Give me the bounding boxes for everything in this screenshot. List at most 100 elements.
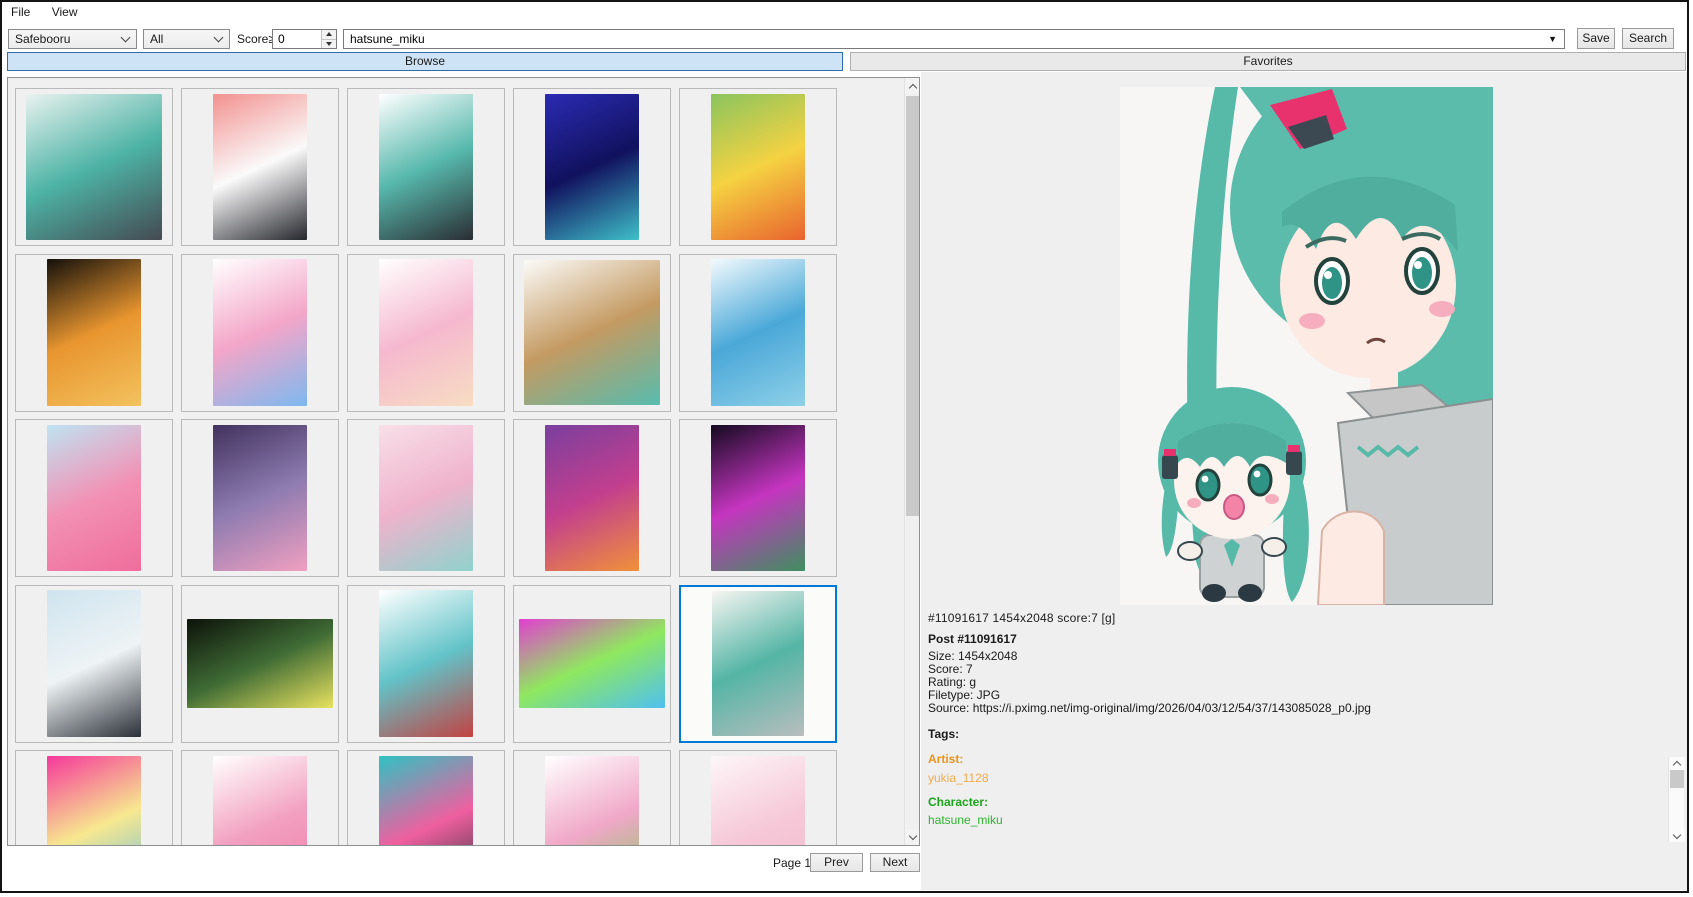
thumbnail-cell[interactable] xyxy=(181,254,339,412)
thumbnail-cell[interactable] xyxy=(513,750,671,845)
dropdown-arrow-icon[interactable]: ▼ xyxy=(1548,34,1557,44)
thumbnail-cell[interactable] xyxy=(347,585,505,743)
spin-down-icon[interactable] xyxy=(322,39,336,49)
thumbnail-image xyxy=(379,590,473,737)
scroll-up-icon[interactable] xyxy=(1669,757,1685,770)
thumbnail-image xyxy=(47,259,141,406)
thumbnail-cell[interactable] xyxy=(513,88,671,246)
thumbnail-image xyxy=(545,94,639,241)
thumbnail-cell[interactable] xyxy=(347,88,505,246)
thumbnail-image xyxy=(519,619,666,708)
thumbnail-cell[interactable] xyxy=(513,585,671,743)
thumbnail-image xyxy=(545,756,639,845)
thumbnail-cell[interactable] xyxy=(15,419,173,577)
thumbnail-image xyxy=(711,259,805,406)
chevron-down-icon xyxy=(121,33,131,43)
thumbnail-cell[interactable] xyxy=(347,750,505,845)
character-tag[interactable]: hatsune_miku xyxy=(928,813,1003,827)
thumbnail-cell[interactable] xyxy=(15,750,173,845)
save-button[interactable]: Save xyxy=(1577,28,1615,49)
scroll-down-icon[interactable] xyxy=(905,829,920,845)
menu-file[interactable]: File xyxy=(2,2,39,23)
chevron-down-icon xyxy=(214,33,224,43)
search-input-combo: ▼ xyxy=(343,29,1565,49)
thumbnail-image xyxy=(545,425,639,572)
thumbnail-grid xyxy=(8,78,904,845)
thumbnail-image xyxy=(379,259,473,406)
filter-select-value: All xyxy=(144,30,211,48)
post-title: Post #11091617 xyxy=(928,632,1017,646)
thumbnail-image xyxy=(711,756,805,845)
thumbnail-cell[interactable] xyxy=(679,419,837,577)
thumbnail-cell[interactable] xyxy=(679,88,837,246)
spin-up-icon[interactable] xyxy=(322,30,336,39)
prev-button[interactable]: Prev xyxy=(810,853,863,872)
artist-heading: Artist: xyxy=(928,752,963,766)
thumbnail-image xyxy=(47,590,141,737)
search-input[interactable] xyxy=(344,32,1541,46)
thumbnail-image xyxy=(379,94,473,241)
preview-image xyxy=(1120,87,1493,605)
thumbnail-image xyxy=(213,259,307,406)
thumbnail-image xyxy=(213,756,307,845)
post-details: Size: 1454x2048Score: 7Rating: gFiletype… xyxy=(928,650,1371,715)
artist-tag[interactable]: yukia_1128 xyxy=(928,771,989,785)
thumbnail-cell[interactable] xyxy=(15,585,173,743)
thumbnail-image xyxy=(213,94,307,241)
page-label: Page 1 xyxy=(773,856,811,870)
thumbnail-image xyxy=(187,619,334,708)
thumbnail-cell[interactable] xyxy=(679,750,837,845)
thumbnail-image xyxy=(711,94,805,241)
thumbnail-image xyxy=(379,425,473,572)
thumbnail-cell[interactable] xyxy=(347,419,505,577)
thumbnail-cell[interactable] xyxy=(15,254,173,412)
info-scrollbar-thumb[interactable] xyxy=(1670,770,1684,788)
artist-tag-list: yukia_1128 xyxy=(928,771,989,785)
scroll-up-icon[interactable] xyxy=(905,78,920,94)
thumbnail-cell-selected[interactable] xyxy=(679,585,837,743)
thumbnail-image xyxy=(47,756,141,845)
thumbnail-image xyxy=(379,756,473,845)
tags-heading: Tags: xyxy=(928,727,959,741)
thumbnail-cell[interactable] xyxy=(181,88,339,246)
thumbnail-image xyxy=(711,425,805,572)
search-button[interactable]: Search xyxy=(1622,28,1674,49)
thumbnail-cell[interactable] xyxy=(513,419,671,577)
thumbnail-cell[interactable] xyxy=(181,750,339,845)
thumbnail-image xyxy=(47,425,141,572)
thumbnail-cell[interactable] xyxy=(15,88,173,246)
detail-panel: #11091617 1454x2048 score:7 [g] Post #11… xyxy=(921,72,1687,890)
spinner-buttons xyxy=(321,30,336,48)
browse-panel xyxy=(7,77,920,846)
thumbnail-cell[interactable] xyxy=(679,254,837,412)
score-input[interactable] xyxy=(273,30,321,48)
post-detail-line: Size: 1454x2048 xyxy=(928,650,1371,663)
thumbnail-cell[interactable] xyxy=(181,419,339,577)
character-tag-list: hatsune_miku xyxy=(928,813,1003,827)
tab-browse[interactable]: Browse xyxy=(7,52,843,71)
grid-scrollbar[interactable] xyxy=(904,78,919,845)
filter-select[interactable]: All xyxy=(143,29,230,49)
grid-scrollbar-thumb[interactable] xyxy=(906,96,919,516)
thumbnail-image xyxy=(524,260,660,405)
scroll-down-icon[interactable] xyxy=(1669,829,1685,842)
post-detail-line: Source: https://i.pximg.net/img-original… xyxy=(928,702,1371,715)
preview-caption: #11091617 1454x2048 score:7 [g] xyxy=(928,611,1115,625)
thumbnail-image xyxy=(26,94,162,239)
thumbnail-cell[interactable] xyxy=(181,585,339,743)
next-button[interactable]: Next xyxy=(870,853,920,872)
score-spinner xyxy=(272,29,337,49)
menu-bar: File View xyxy=(2,2,1687,24)
thumbnail-image xyxy=(213,425,307,572)
character-heading: Character: xyxy=(928,795,988,809)
score-label: Score≥ xyxy=(237,32,275,46)
tab-favorites[interactable]: Favorites xyxy=(850,52,1686,71)
thumbnail-cell[interactable] xyxy=(347,254,505,412)
menu-view[interactable]: View xyxy=(43,2,87,23)
info-scrollbar[interactable] xyxy=(1668,757,1684,842)
site-select[interactable]: Safebooru xyxy=(8,29,137,49)
thumbnail-cell[interactable] xyxy=(513,254,671,412)
thumbnail-image xyxy=(712,591,804,736)
post-detail-line: Score: 7 xyxy=(928,663,1371,676)
site-select-value: Safebooru xyxy=(9,30,118,48)
